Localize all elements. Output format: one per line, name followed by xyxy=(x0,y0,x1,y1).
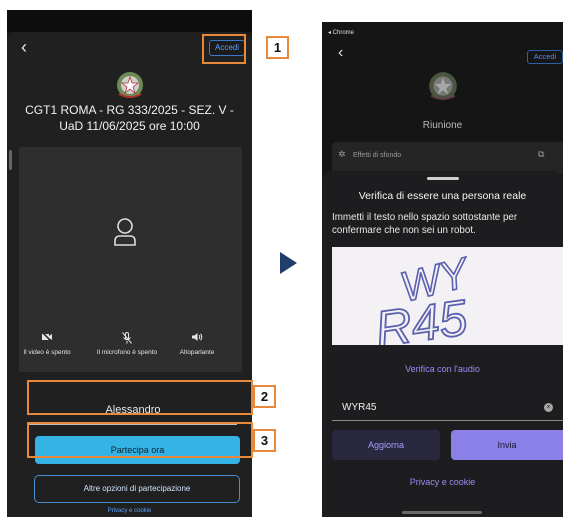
sign-in-button[interactable]: Accedi xyxy=(527,50,563,64)
back-button[interactable]: ‹ xyxy=(21,38,27,56)
browser-back-label[interactable]: ◂ Chrome xyxy=(328,29,354,36)
privacy-link[interactable]: Privacy e cookie xyxy=(7,508,252,514)
other-join-options-button[interactable]: Altre opzioni di partecipazione xyxy=(34,475,240,503)
captcha-line-2: R45 xyxy=(372,289,471,345)
mic-off-icon xyxy=(89,332,165,344)
person-icon xyxy=(114,218,136,246)
video-toggle-label: Il video è spento xyxy=(23,349,71,356)
annotation-number-2: 2 xyxy=(253,385,276,408)
mic-toggle-label: Il microfono è spento xyxy=(96,349,158,356)
background-effects-label: Effetti di sfondo xyxy=(353,152,402,159)
speaker-toggle-button[interactable]: Altoparlante xyxy=(172,332,222,356)
annotation-number-1: 1 xyxy=(266,36,289,59)
clear-input-icon[interactable]: × xyxy=(544,403,553,412)
back-button[interactable]: ‹ xyxy=(338,45,343,61)
speaker-toggle-label: Altoparlante xyxy=(179,349,215,356)
italian-emblem-icon xyxy=(117,72,143,98)
sheet-drag-handle[interactable] xyxy=(427,177,459,180)
captcha-input[interactable]: WYR45 xyxy=(332,395,563,421)
annotation-box-1 xyxy=(202,34,246,64)
meeting-name: Riunione xyxy=(422,120,463,131)
audio-verification-link[interactable]: Verifica con l'audio xyxy=(322,364,563,374)
meeting-title: CGT1 ROMA - RG 333/2025 - SEZ. V - UaD 1… xyxy=(25,103,234,133)
device-settings-icon[interactable]: ⧉ xyxy=(538,149,544,160)
refresh-button[interactable]: Aggiorna xyxy=(332,430,440,460)
status-bar xyxy=(7,10,252,32)
mic-toggle-button[interactable]: Il microfono è spento xyxy=(89,332,165,356)
captcha-heading: Verifica di essere una persona reale xyxy=(358,190,527,202)
video-toggle-button[interactable]: Il video è spento xyxy=(17,331,77,356)
home-indicator xyxy=(402,511,482,514)
submit-button[interactable]: Invia xyxy=(451,430,563,460)
next-step-arrow-icon xyxy=(280,252,297,274)
italian-emblem-icon xyxy=(429,72,457,100)
speaker-icon xyxy=(172,332,222,344)
annotation-number-3: 3 xyxy=(253,429,276,452)
privacy-link[interactable]: Privacy e cookie xyxy=(322,477,563,487)
annotation-box-2 xyxy=(27,380,253,415)
annotation-box-3 xyxy=(27,422,253,458)
captcha-image: WY R45 xyxy=(332,247,563,345)
scroll-indicator xyxy=(9,150,12,170)
captcha-description: Immetti il testo nello spazio sottostant… xyxy=(332,212,518,236)
right-phone-screenshot: ◂ Chrome ‹ Accedi Riunione ✲ Effetti di … xyxy=(322,22,563,517)
video-off-icon xyxy=(17,331,77,344)
background-effects-icon: ✲ xyxy=(338,149,346,159)
